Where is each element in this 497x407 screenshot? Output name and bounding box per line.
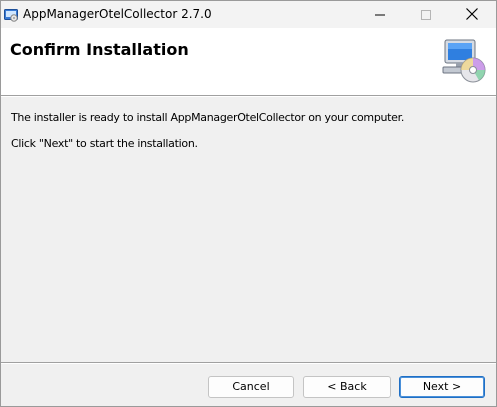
ready-message: The installer is ready to install AppMan… <box>11 111 405 124</box>
header-banner: Confirm Installation <box>1 28 496 95</box>
window-title: AppManagerOtelCollector 2.7.0 <box>23 7 212 21</box>
maximize-icon <box>421 5 431 24</box>
maximize-button[interactable] <box>403 1 449 28</box>
banner-divider <box>1 95 496 97</box>
minimize-icon <box>375 5 385 24</box>
next-button[interactable]: Next > <box>399 376 485 398</box>
computer-disc-icon <box>439 37 489 83</box>
close-icon <box>466 5 478 24</box>
back-button[interactable]: < Back <box>303 376 391 398</box>
installer-app-icon <box>4 7 18 22</box>
installer-window: AppManagerOtelCollector 2.7.0 Confirm In… <box>0 0 497 407</box>
cancel-button[interactable]: Cancel <box>208 376 294 398</box>
page-title: Confirm Installation <box>10 40 189 59</box>
footer-divider <box>1 362 496 364</box>
close-button[interactable] <box>449 1 495 28</box>
minimize-button[interactable] <box>357 1 403 28</box>
title-bar[interactable]: AppManagerOtelCollector 2.7.0 <box>1 1 496 28</box>
instruction-message: Click "Next" to start the installation. <box>11 137 198 150</box>
